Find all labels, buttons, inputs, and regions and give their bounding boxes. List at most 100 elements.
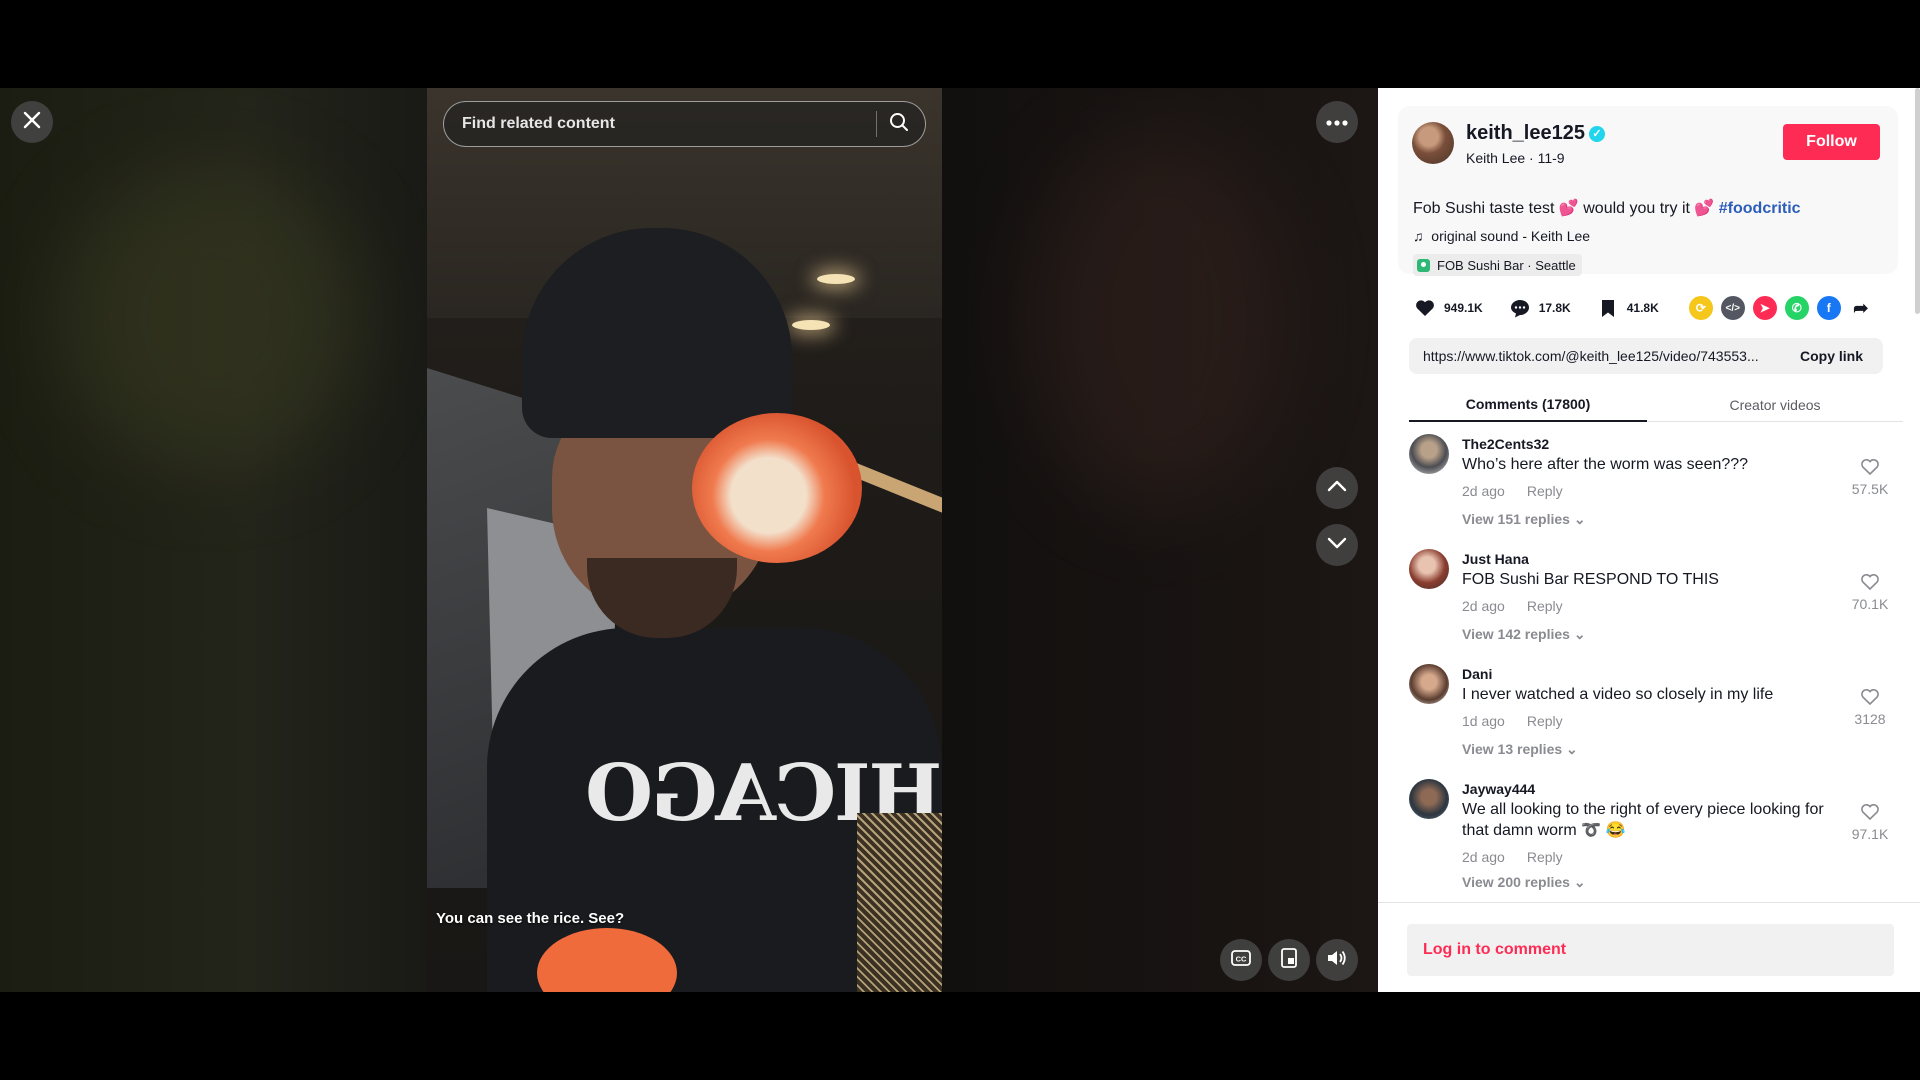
copy-link-button[interactable]: Copy link [1794,347,1869,365]
chevron-down-icon: ⌄ [1573,626,1586,642]
heart-outline-icon [1845,458,1895,481]
related-search-box[interactable] [443,101,926,147]
commenter-avatar[interactable] [1409,549,1449,589]
location-tag[interactable]: FOB Sushi Bar · Seattle [1413,254,1582,276]
comment-meta: 2d ago Reply [1462,483,1563,499]
close-icon [23,111,41,134]
sound-link[interactable]: ♫ original sound - Keith Lee [1413,228,1590,244]
captions-button[interactable]: CC [1220,939,1262,981]
location-label: FOB Sushi Bar · Seattle [1437,257,1576,273]
commenter-username[interactable]: Jayway444 [1462,781,1535,797]
floating-player-button[interactable] [1268,939,1310,981]
video-caption: You can see the rice. See? [436,910,625,927]
comment-like-count: 3128 [1854,711,1886,727]
share-link-box: https://www.tiktok.com/@keith_lee125/vid… [1409,338,1883,374]
svg-text:CC: CC [1236,954,1247,963]
chevron-down-icon: ⌄ [1573,511,1586,527]
comment-item: Dani I never watched a video so closely … [1378,664,1920,774]
save-count: 41.8K [1626,301,1659,315]
author-username[interactable]: keith_lee125 [1466,122,1585,144]
close-button[interactable] [11,101,53,143]
chevron-up-icon [1327,479,1347,497]
comment-like[interactable]: 97.1K [1845,803,1895,842]
search-separator [876,111,877,137]
commenter-username[interactable]: Dani [1462,666,1492,682]
blurred-backdrop [60,168,360,468]
more-icon [1326,113,1348,131]
tab-creator-videos[interactable]: Creator videos [1656,388,1894,422]
related-search-input[interactable] [460,114,864,134]
chevron-down-icon: ⌄ [1566,741,1578,757]
share-link-url[interactable]: https://www.tiktok.com/@keith_lee125/vid… [1423,348,1780,364]
view-replies-button[interactable]: View 151 replies ⌄ [1462,511,1586,528]
panel-tabs: Comments (17800) Creator videos [1409,388,1903,422]
view-replies-button[interactable]: View 200 replies ⌄ [1462,874,1586,891]
captions-icon: CC [1231,949,1251,971]
like-action[interactable]: 949.1K [1414,297,1483,319]
blurred-backdrop-right [1030,128,1290,508]
facebook-icon[interactable]: f [1816,296,1841,320]
volume-button[interactable] [1316,939,1358,981]
comment-like-count: 70.1K [1851,596,1889,612]
video-info-card: keith_lee125 ✓ Keith Lee · 11-9 Follow Fo… [1398,106,1898,276]
reply-button[interactable]: Reply [1527,598,1563,614]
view-replies-label: View 200 replies [1462,874,1570,890]
reply-button[interactable]: Reply [1527,849,1563,865]
commenter-avatar[interactable] [1409,664,1449,704]
sushi-piece [692,413,862,563]
comment-action[interactable]: 17.8K [1509,297,1571,319]
comment-text: FOB Sushi Bar RESPOND TO THIS [1462,571,1719,588]
comment-like-count: 57.5K [1851,481,1889,497]
ceiling-light [817,274,855,284]
view-replies-label: View 13 replies [1462,741,1563,757]
worm-emoji-icon: ➰ [1581,822,1602,839]
hashtag-link[interactable]: #foodcritic [1719,200,1801,217]
author-username-row[interactable]: keith_lee125 ✓ [1466,122,1605,145]
login-to-comment-button[interactable]: Log in to comment [1407,924,1894,976]
more-options-button[interactable] [1316,101,1358,143]
send-icon[interactable]: ➤ [1752,296,1777,320]
comment-item: The2Cents32 Who’s here after the worm wa… [1378,434,1920,544]
previous-video-button[interactable] [1316,467,1358,509]
commenter-avatar[interactable] [1409,779,1449,819]
tab-comments[interactable]: Comments (17800) [1409,388,1647,422]
comment-text: We all looking to the right of every pie… [1462,799,1837,841]
action-bar: 949.1K 17.8K 41.8K ⟳ </> ➤ ✆ f ➦ [1414,293,1894,323]
follow-button[interactable]: Follow [1783,124,1880,160]
author-avatar[interactable] [1412,122,1454,164]
view-replies-button[interactable]: View 142 replies ⌄ [1462,626,1586,643]
comment-time: 1d ago [1462,713,1505,729]
like-count: 949.1K [1444,301,1483,315]
view-replies-button[interactable]: View 13 replies ⌄ [1462,741,1578,758]
side-panel: keith_lee125 ✓ Keith Lee · 11-9 Follow Fo… [1378,88,1920,992]
view-replies-label: View 151 replies [1462,511,1570,527]
comment-count: 17.8K [1538,301,1571,315]
video-player[interactable]: CHICAGO [427,88,942,992]
commenter-username[interactable]: The2Cents32 [1462,436,1549,452]
repost-icon[interactable]: ⟳ [1688,296,1713,320]
save-action[interactable]: 41.8K [1597,297,1659,319]
comment-like[interactable]: 3128 [1845,688,1895,727]
viewer-stage: CHICAGO You can see the rice. See? [0,88,1920,992]
share-arrow-icon[interactable]: ➦ [1849,296,1873,320]
hearts-emoji-icon: 💕 [1558,200,1579,217]
comment-like[interactable]: 70.1K [1845,573,1895,612]
reply-button[interactable]: Reply [1527,483,1563,499]
music-note-icon: ♫ [1413,228,1424,244]
embed-icon[interactable]: </> [1720,296,1745,320]
panel-scrollbar[interactable] [1915,88,1920,314]
whatsapp-icon[interactable]: ✆ [1784,296,1809,320]
commenter-username[interactable]: Just Hana [1462,551,1529,567]
comment-like[interactable]: 57.5K [1845,458,1895,497]
comment-time: 2d ago [1462,483,1505,499]
sushi-tray [857,813,942,992]
comment-text-body: We all looking to the right of every pie… [1462,801,1824,839]
next-video-button[interactable] [1316,524,1358,566]
reply-button[interactable]: Reply [1527,713,1563,729]
location-pin-icon [1417,258,1430,272]
commenter-avatar[interactable] [1409,434,1449,474]
heart-icon [1414,297,1436,319]
comment-time: 2d ago [1462,849,1505,865]
heart-outline-icon [1845,803,1895,826]
search-icon[interactable] [889,112,909,137]
